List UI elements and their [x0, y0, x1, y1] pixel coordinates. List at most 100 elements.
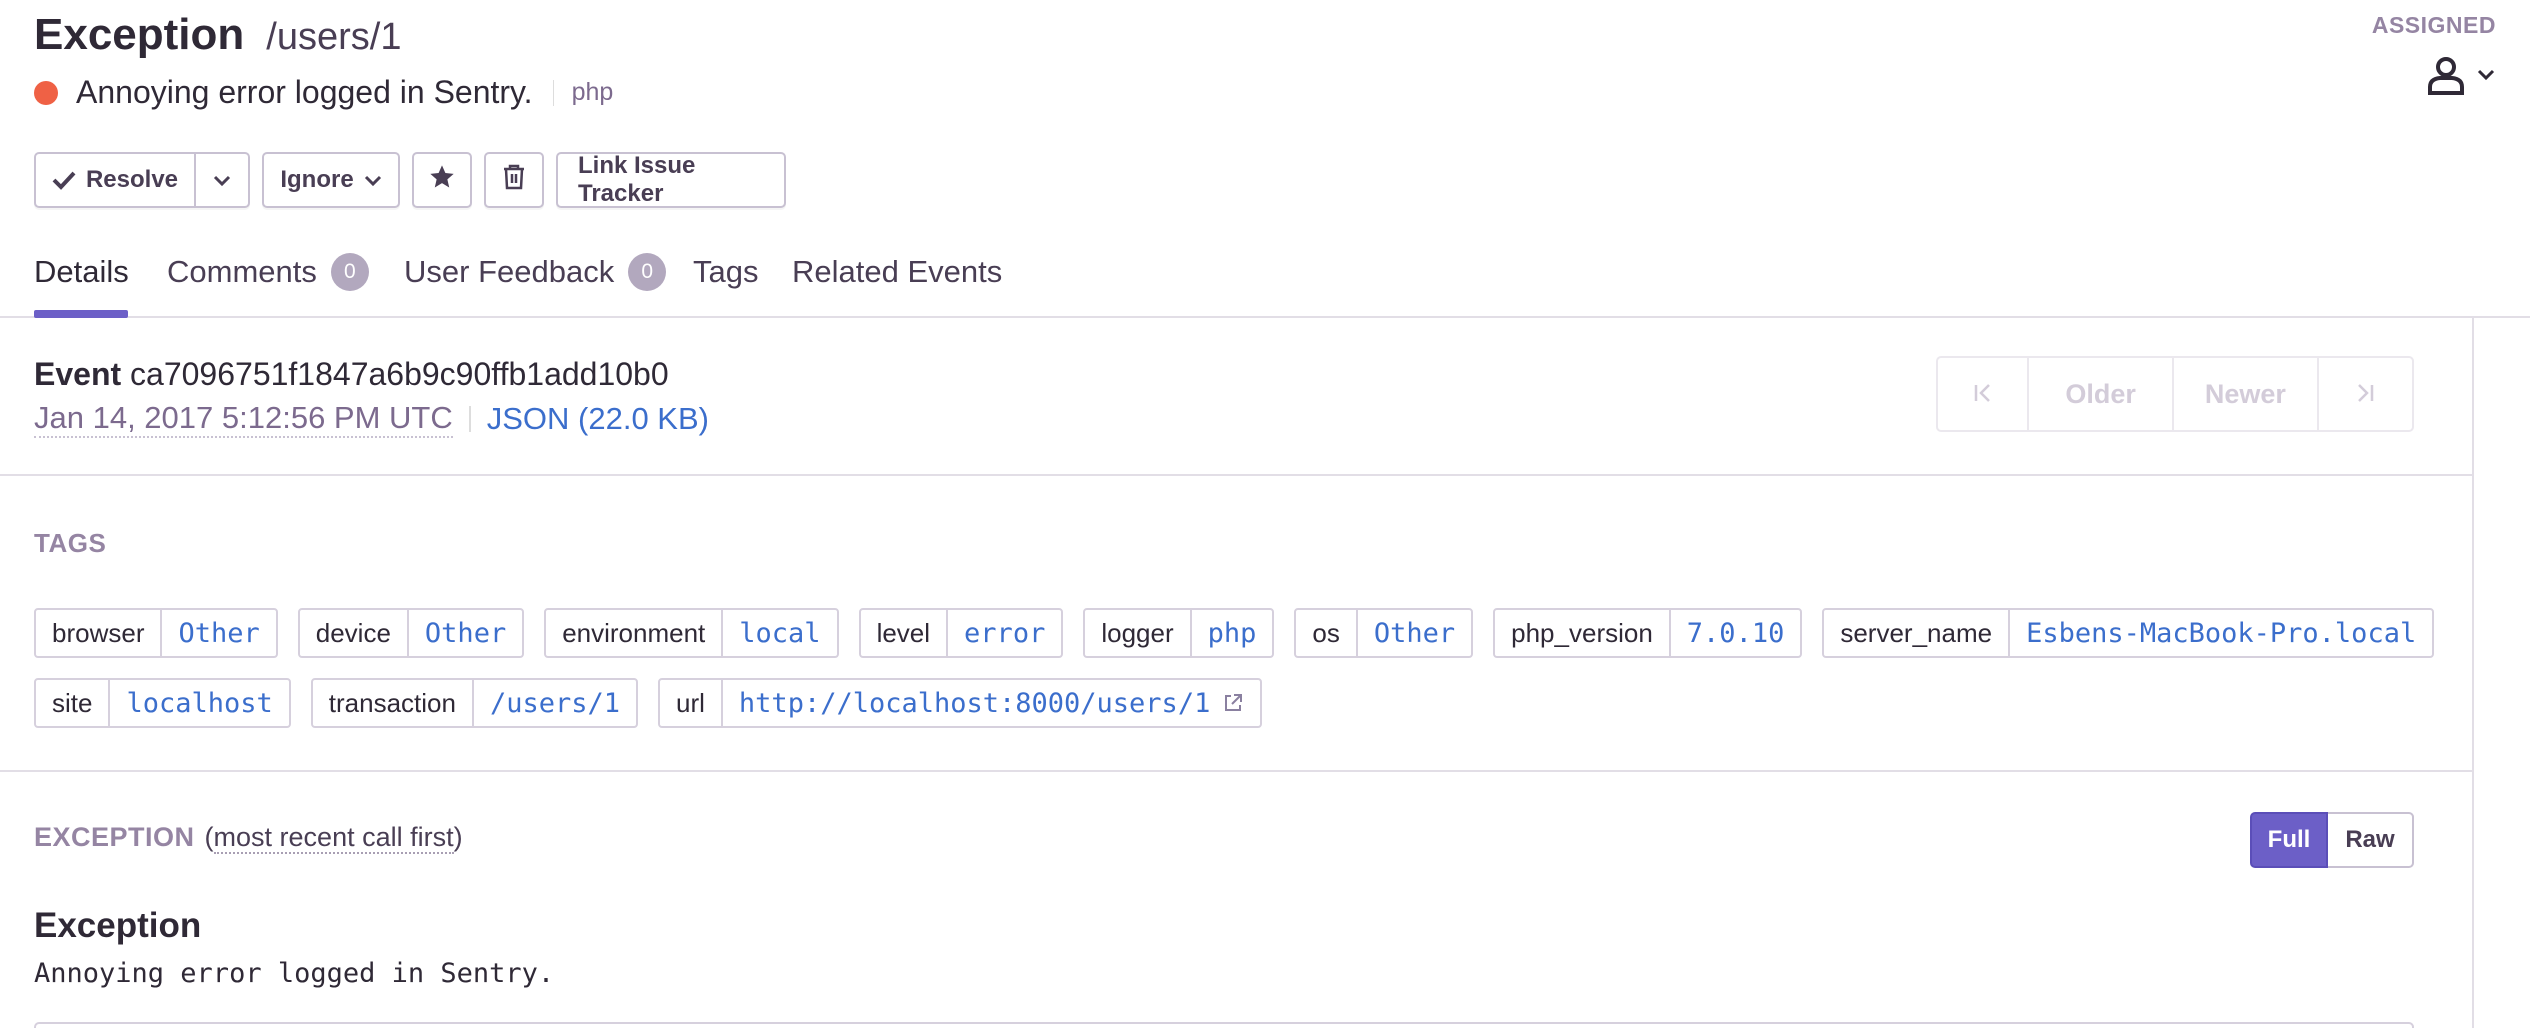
tag-key: server_name	[1824, 610, 2011, 656]
count-badge: 0	[330, 253, 369, 291]
assignee-selector[interactable]	[2372, 53, 2496, 102]
sidebar-divider	[2472, 318, 2474, 1028]
last-event-button[interactable]	[2319, 358, 2412, 430]
tag-pill[interactable]: environment local	[544, 608, 839, 658]
tag-value[interactable]: local	[723, 610, 836, 656]
tab-label: Related Events	[792, 254, 1003, 289]
tab-tags[interactable]: Tags	[693, 250, 758, 294]
exception-heading: EXCEPTION (most recent call first)	[34, 822, 463, 854]
tag-pill[interactable]: device Other	[297, 608, 525, 658]
resolve-button[interactable]: Resolve	[34, 152, 196, 208]
tag-value[interactable]: php	[1192, 610, 1273, 656]
call-order-toggle[interactable]: most recent call first	[213, 822, 454, 854]
link-issue-tracker-button[interactable]: Link Issue Tracker	[556, 152, 786, 208]
chevron-down-icon	[364, 166, 382, 194]
tag-value-link[interactable]: http://localhost:8000/users/1	[723, 680, 1260, 726]
resolve-label: Resolve	[85, 166, 179, 193]
full-view-button[interactable]: Full	[2250, 812, 2328, 868]
external-link-icon[interactable]	[1222, 692, 1244, 714]
call-order: (most recent call first)	[204, 822, 463, 854]
count-badge: 0	[628, 253, 667, 291]
tab-label: Details	[34, 254, 129, 289]
event-meta: Jan 14, 2017 5:12:56 PM UTC JSON (22.0 K…	[34, 400, 709, 438]
tab-label: Comments	[167, 254, 317, 289]
tag-value[interactable]: /users/1	[474, 680, 636, 726]
tag-value[interactable]: Other	[1358, 610, 1471, 656]
tag-key: site	[36, 680, 111, 726]
tag-key: device	[300, 610, 409, 656]
event-date: Jan 14, 2017 5:12:56 PM UTC	[34, 400, 453, 438]
platform-label: php	[571, 78, 614, 106]
issue-title: Exception /users/1	[34, 10, 401, 60]
event-id: ca7096751f1847a6b9c90ffb1add10b0	[130, 356, 669, 392]
resolve-group: Resolve	[34, 152, 250, 208]
url-text: http://localhost:8000/users/1	[738, 687, 1211, 719]
tag-key: level	[861, 610, 949, 656]
first-event-button[interactable]	[1938, 358, 2030, 430]
bookmark-button[interactable]	[412, 152, 472, 208]
tag-key: php_version	[1495, 610, 1671, 656]
issue-tabs: Details Comments 0 User Feedback 0 Tags …	[0, 236, 2530, 318]
older-event-button[interactable]: Older	[2029, 358, 2175, 430]
tag-value[interactable]: Other	[162, 610, 275, 656]
tag-pill[interactable]: logger php	[1083, 608, 1275, 658]
tag-pill[interactable]: browser Other	[34, 608, 278, 658]
tab-label: Tags	[693, 254, 759, 289]
issue-message-text: Annoying error logged in Sentry.	[76, 74, 533, 110]
action-bar: Resolve Ignore Link Issue Tracker	[34, 152, 786, 208]
tag-pill[interactable]: server_name Esbens-MacBook-Pro.local	[1822, 608, 2435, 658]
tag-pill[interactable]: os Other	[1294, 608, 1474, 658]
paren-close: )	[453, 822, 463, 852]
last-page-icon	[2356, 379, 2374, 410]
divider	[552, 79, 554, 106]
tag-value[interactable]: Other	[409, 610, 522, 656]
tag-pill[interactable]: transaction/users/1	[310, 678, 639, 728]
trash-icon	[502, 164, 526, 197]
tag-key: os	[1296, 610, 1358, 656]
tags-list: browser Other device Other environment loca…	[34, 608, 2454, 728]
paren-open: (	[204, 822, 214, 852]
tab-user-feedback[interactable]: User Feedback 0	[404, 250, 667, 294]
event-heading: Event ca7096751f1847a6b9c90ffb1add10b0	[34, 356, 669, 393]
tags-title: TAGS	[34, 528, 107, 558]
ignore-label: Ignore	[280, 166, 354, 193]
section-divider	[0, 474, 2472, 476]
tab-comments[interactable]: Comments 0	[167, 250, 369, 294]
delete-button[interactable]	[484, 152, 544, 208]
tag-value[interactable]: localhost	[110, 680, 288, 726]
stacktrace-box	[34, 1022, 2414, 1028]
stacktrace-view-toggle: Full Raw	[2250, 812, 2414, 868]
tag-key: url	[660, 680, 723, 726]
ignore-button[interactable]: Ignore	[262, 152, 400, 208]
tab-details[interactable]: Details	[34, 250, 129, 294]
first-page-icon	[1974, 379, 1992, 410]
event-pager: Older Newer	[1936, 356, 2414, 432]
tag-pill[interactable]: site localhost	[34, 678, 291, 728]
tag-value[interactable]: Esbens-MacBook-Pro.local	[2010, 610, 2432, 656]
chevron-down-icon	[2476, 68, 2496, 87]
user-icon	[2424, 53, 2468, 102]
assignee-section: ASSIGNED	[2372, 12, 2496, 102]
tag-key: logger	[1085, 610, 1192, 656]
tag-value[interactable]: error	[948, 610, 1061, 656]
tag-value[interactable]: 7.0.10	[1671, 610, 1801, 656]
issue-culprit: /users/1	[266, 16, 402, 58]
divider	[468, 406, 471, 432]
chevron-down-icon	[213, 166, 231, 194]
tag-pill[interactable]: url http://localhost:8000/users/1	[658, 678, 1263, 728]
tab-related-events[interactable]: Related Events	[792, 250, 1002, 294]
tag-pill[interactable]: php_version 7.0.10	[1493, 608, 1803, 658]
json-link[interactable]: JSON (22.0 KB)	[487, 401, 709, 437]
tab-label: User Feedback	[404, 254, 615, 289]
tag-key: transaction	[313, 680, 474, 726]
newer-event-button[interactable]: Newer	[2174, 358, 2319, 430]
raw-view-button[interactable]: Raw	[2328, 812, 2414, 868]
tag-pill[interactable]: level error	[858, 608, 1064, 658]
exception-type: Exception	[34, 906, 202, 945]
star-icon	[428, 163, 456, 198]
exception-value: Annoying error logged in Sentry.	[34, 958, 555, 989]
check-icon	[52, 170, 76, 190]
tag-key: browser	[36, 610, 163, 656]
event-label: Event	[34, 356, 122, 392]
resolve-dropdown-button[interactable]	[196, 152, 250, 208]
